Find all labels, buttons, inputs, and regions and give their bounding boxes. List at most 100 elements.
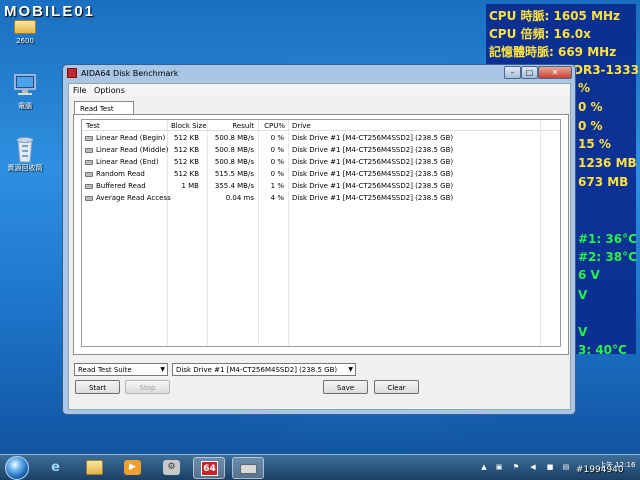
window-client: File Options Read Test Suite Test Block …: [68, 83, 571, 410]
drive-select[interactable]: Disk Drive #1 [M4-CT256M4SSD2] (238.5 GB…: [172, 363, 356, 376]
aida64-icon: 64: [201, 461, 218, 476]
hard-drive-icon: [240, 464, 257, 474]
minimize-button[interactable]: –: [504, 66, 521, 79]
osd-voltage-1: 6 V: [578, 268, 600, 282]
table-row[interactable]: Random Read 512 KB 515.5 MB/s 0 % Disk D…: [82, 168, 560, 180]
cell-cpu: 0 %: [270, 134, 284, 142]
cell-test: Linear Read (Begin): [96, 134, 166, 142]
drive-select-value: Disk Drive #1 [M4-CT256M4SSD2] (238.5 GB…: [176, 366, 338, 374]
osd-line-8: 15 %: [578, 137, 611, 151]
stop-button[interactable]: Stop: [125, 380, 170, 394]
title-bar[interactable]: AIDA64 Disk Benchmark – □ ✕: [63, 65, 575, 83]
save-button[interactable]: Save: [323, 380, 368, 394]
taskbar-media-player[interactable]: ▶: [117, 457, 149, 479]
results-table: Test Block Size Result CPU% Drive Linear…: [81, 119, 561, 347]
menu-file[interactable]: File: [73, 86, 86, 95]
cell-drive: Disk Drive #1 [M4-CT256M4SSD2] (238.5 GB…: [292, 170, 454, 178]
cell-block-size: 512 KB: [174, 134, 199, 142]
start-button[interactable]: Start: [75, 380, 120, 394]
cell-test: Linear Read (Middle): [96, 146, 169, 154]
taskbar-aida64[interactable]: 64: [193, 457, 225, 479]
osd-temp-1: #1: 36°C: [578, 232, 637, 246]
show-hidden-icons-icon[interactable]: ▲: [480, 463, 488, 471]
table-row[interactable]: Linear Read (Begin) 512 KB 500.8 MB/s 0 …: [82, 132, 560, 144]
menu-options[interactable]: Options: [94, 86, 125, 95]
cell-cpu: 0 %: [270, 170, 284, 178]
hard-drive-icon: [85, 136, 93, 141]
test-suite-select-value: Read Test Suite: [78, 366, 132, 374]
network-icon[interactable]: ▣: [495, 463, 503, 471]
keyboard-icon[interactable]: ▤: [562, 463, 570, 471]
desktop-icon-label: 資源回收筒: [7, 164, 43, 172]
chevron-down-icon: ▼: [348, 366, 353, 373]
menu-bar: File Options: [69, 84, 570, 96]
taskbar: e ▶ ⚙ 64 ▲ ▣ ⚑ ◀ ■ ▤ 上午 12:16: [0, 454, 640, 480]
column-header-cpu[interactable]: CPU%: [260, 122, 285, 130]
clear-button[interactable]: Clear: [374, 380, 419, 394]
hard-drive-icon: [85, 184, 93, 189]
cell-cpu: 1 %: [270, 182, 284, 190]
maximize-button[interactable]: □: [521, 66, 538, 79]
close-button[interactable]: ✕: [538, 66, 572, 79]
taskbar-system-tool[interactable]: ⚙: [156, 457, 188, 479]
desktop-icon-computer[interactable]: 電腦: [2, 72, 48, 111]
taskbar-internet-explorer[interactable]: e: [40, 457, 72, 479]
hard-drive-icon: [85, 196, 93, 201]
table-row[interactable]: Average Read Access 0.04 ms 4 % Disk Dri…: [82, 192, 560, 204]
test-suite-select[interactable]: Read Test Suite ▼: [74, 363, 168, 376]
action-center-flag-icon[interactable]: ⚑: [512, 463, 520, 471]
cell-result: 500.8 MB/s: [214, 158, 254, 166]
osd-memory-used: 1236 MB: [578, 156, 637, 170]
cell-test: Random Read: [96, 170, 145, 178]
hard-drive-icon: [85, 172, 93, 177]
cell-test: Buffered Read: [96, 182, 146, 190]
osd-line-7: 0 %: [578, 119, 603, 133]
osd-voltage-2: V: [578, 288, 588, 302]
cell-drive: Disk Drive #1 [M4-CT256M4SSD2] (238.5 GB…: [292, 194, 454, 202]
post-id-badge: #1994940: [576, 465, 624, 475]
cell-result: 0.04 ms: [225, 194, 254, 202]
cell-drive: Disk Drive #1 [M4-CT256M4SSD2] (238.5 GB…: [292, 134, 454, 142]
cell-result: 515.5 MB/s: [214, 170, 254, 178]
cell-cpu: 0 %: [270, 146, 284, 154]
table-row[interactable]: Linear Read (End) 512 KB 500.8 MB/s 0 % …: [82, 156, 560, 168]
table-header: Test Block Size Result CPU% Drive: [82, 120, 560, 131]
mobile01-watermark: MOBILE01: [4, 3, 96, 20]
cell-result: 500.8 MB/s: [214, 146, 254, 154]
tray-app-icon[interactable]: ■: [546, 463, 554, 471]
hard-drive-icon: [85, 148, 93, 153]
cell-cpu: 4 %: [270, 194, 284, 202]
osd-line-5: %: [578, 81, 591, 95]
play-icon: ▶: [124, 460, 141, 475]
folder-icon: [86, 460, 103, 475]
taskbar-file-explorer[interactable]: [79, 457, 111, 479]
cell-result: 500.8 MB/s: [214, 134, 254, 142]
column-header-drive[interactable]: Drive: [292, 122, 311, 130]
tab-panel: Test Block Size Result CPU% Drive Linear…: [73, 114, 569, 355]
cell-cpu: 0 %: [270, 158, 284, 166]
column-header-test[interactable]: Test: [86, 122, 100, 130]
cell-test: Average Read Access: [96, 194, 171, 202]
cell-block-size: 512 KB: [174, 170, 199, 178]
cell-drive: Disk Drive #1 [M4-CT256M4SSD2] (238.5 GB…: [292, 146, 454, 154]
osd-memory-type: DR3-1333: [573, 63, 639, 77]
osd-cpu-multiplier: CPU 倍頻: 16.0x: [489, 27, 591, 41]
osd-cpu-clock: CPU 時脈: 1605 MHz: [489, 9, 621, 23]
osd-temp-2: #2: 38°C: [578, 250, 637, 264]
volume-icon[interactable]: ◀: [529, 463, 537, 471]
cell-drive: Disk Drive #1 [M4-CT256M4SSD2] (238.5 GB…: [292, 182, 454, 190]
table-row[interactable]: Linear Read (Middle) 512 KB 500.8 MB/s 0…: [82, 144, 560, 156]
osd-memory-free: 673 MB: [578, 175, 629, 189]
system-tool-icon: ⚙: [163, 460, 180, 475]
column-header-block-size[interactable]: Block Size: [171, 122, 207, 130]
osd-temp-3: 3: 40°C: [578, 343, 627, 357]
recycle-bin-icon: [12, 134, 38, 163]
tab-read-test-suite[interactable]: Read Test Suite: [74, 101, 134, 121]
desktop-icon-recycle-bin[interactable]: 資源回收筒: [2, 134, 48, 173]
start-button[interactable]: [5, 456, 29, 480]
column-header-result[interactable]: Result: [212, 122, 254, 130]
folder-icon: [14, 20, 36, 34]
table-row[interactable]: Buffered Read 1 MB 355.4 MB/s 1 % Disk D…: [82, 180, 560, 192]
desktop-icon-2600[interactable]: 2600: [2, 20, 48, 45]
taskbar-disk-benchmark[interactable]: [232, 457, 264, 479]
